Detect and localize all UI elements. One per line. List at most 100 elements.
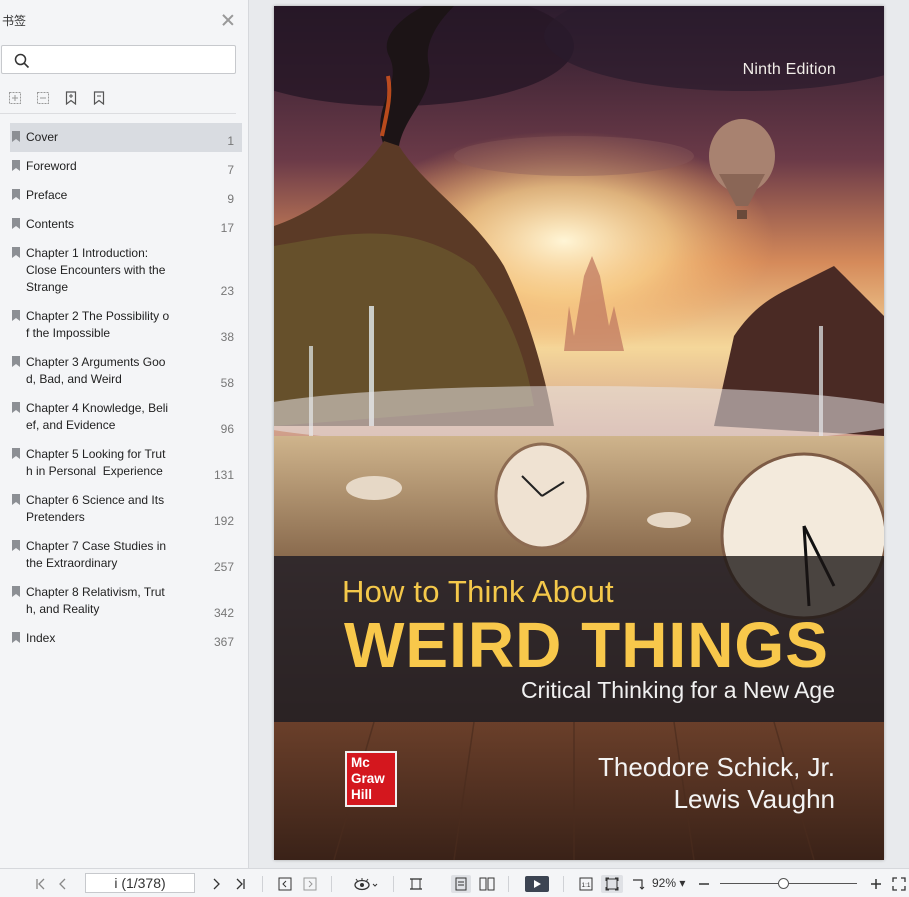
bookmark-item[interactable]: Index 367	[0, 624, 248, 653]
bookmark-page-number: 38	[220, 330, 234, 344]
single-page-icon[interactable]	[451, 875, 471, 893]
cover-title: WEIRD THINGS	[344, 609, 829, 681]
toolbar-separator	[563, 876, 564, 892]
bookmark-item[interactable]: Chapter 3 Arguments Good, Bad, and Weird…	[0, 348, 248, 394]
bookmark-label: Chapter 3 Arguments Good, Bad, and Weird	[26, 355, 166, 386]
author-name: Theodore Schick, Jr.	[598, 752, 835, 782]
fit-page-icon[interactable]	[601, 875, 623, 893]
bookmark-label: Contents	[26, 217, 75, 231]
bookmark-item[interactable]: Chapter 1 Introduction: Close Encounters…	[0, 239, 248, 302]
bookmark-label: Chapter 6 Science and Its Pretenders	[26, 493, 168, 524]
bookmark-search-input[interactable]	[34, 50, 229, 70]
cover-subtitle: Critical Thinking for a New Age	[520, 677, 835, 703]
bookmark-label: Foreword	[26, 159, 77, 173]
collapse-all-icon[interactable]	[34, 89, 52, 107]
toolbar-separator	[262, 876, 263, 892]
next-page-icon[interactable]	[209, 875, 223, 893]
bookmark-label: Chapter 7 Case Studies in the Extraordin…	[26, 539, 170, 570]
bookmark-page-number: 342	[213, 606, 234, 620]
bookmark-page-number: 257	[213, 560, 234, 574]
page-number-input[interactable]	[85, 873, 195, 893]
bookmark-icon	[12, 218, 20, 229]
bookmark-icon	[12, 189, 20, 200]
bookmark-item[interactable]: Chapter 2 The Possibility of the Impossi…	[0, 302, 248, 348]
logo-line: Mc	[351, 755, 370, 770]
fit-width-icon[interactable]	[408, 875, 424, 893]
zoom-in-icon[interactable]	[870, 875, 882, 893]
bookmark-item[interactable]: Chapter 8 Relativism, Truth, and Reality…	[0, 578, 248, 624]
bookmark-label: Preface	[26, 188, 68, 202]
author-name: Lewis Vaughn	[673, 784, 835, 814]
back-icon[interactable]	[277, 875, 293, 893]
cover-text-layer: Ninth Edition How to Think About WEIRD T…	[274, 6, 884, 860]
sidebar-title: 书签	[2, 13, 27, 28]
bookmark-search-box[interactable]	[1, 45, 236, 74]
bookmark-label: Chapter 5 Looking for Truth in Personal …	[26, 447, 166, 478]
book-cover-page: Ninth Edition How to Think About WEIRD T…	[274, 6, 884, 860]
bookmark-icon	[12, 586, 20, 597]
bookmark-tools	[6, 89, 108, 107]
logo-line: Graw	[351, 771, 385, 786]
bookmark-label: Chapter 1 Introduction: Close Encounters…	[26, 246, 166, 294]
bookmark-label: Cover	[26, 130, 59, 144]
bottom-toolbar: 1:1 92% ▾	[0, 868, 909, 897]
bookmark-item[interactable]: Contents 17	[0, 210, 248, 239]
bookmark-icon	[12, 448, 20, 459]
toolbar-separator	[331, 876, 332, 892]
bookmark-item[interactable]: Cover 1	[10, 123, 242, 152]
rotate-icon[interactable]	[630, 875, 646, 893]
toolbar-separator	[393, 876, 394, 892]
bookmark-icon	[12, 632, 20, 643]
bookmark-item[interactable]: Chapter 5 Looking for Truth in Personal …	[0, 440, 248, 486]
slideshow-play-icon[interactable]	[524, 875, 550, 893]
svg-text:1:1: 1:1	[581, 882, 590, 889]
bookmark-icon	[12, 160, 20, 171]
zoom-out-icon[interactable]	[698, 875, 710, 893]
bookmark-page-number: 17	[220, 221, 234, 235]
bookmark-label: Chapter 4 Knowledge, Belief, and Evidenc…	[26, 401, 169, 432]
zoom-value: 92%	[652, 876, 677, 890]
cover-pre-title: How to Think About	[342, 574, 614, 609]
bookmark-page-number: 367	[213, 635, 234, 649]
previous-page-icon[interactable]	[56, 875, 70, 893]
double-page-icon[interactable]	[478, 875, 496, 893]
bookmark-page-number: 96	[220, 422, 234, 436]
bookmark-icon	[12, 247, 20, 258]
bookmark-page-number: 23	[220, 284, 234, 298]
bookmark-sidebar: 书签 Cover 1 Foreword 7 Preface 9 Contents…	[0, 0, 249, 868]
bookmark-icon	[12, 310, 20, 321]
search-icon	[14, 53, 30, 69]
bookmark-item[interactable]: Chapter 6 Science and Its Pretenders 192	[0, 486, 248, 532]
first-page-icon[interactable]	[34, 875, 48, 893]
sidebar-divider	[0, 113, 236, 114]
bookmark-label: Index	[26, 631, 56, 645]
bookmark-icon	[12, 131, 20, 142]
bookmark-icon	[12, 402, 20, 413]
forward-icon[interactable]	[302, 875, 318, 893]
edition-label: Ninth Edition	[742, 61, 836, 78]
bookmark-item[interactable]: Chapter 4 Knowledge, Belief, and Evidenc…	[0, 394, 248, 440]
bookmark-list: Cover 1 Foreword 7 Preface 9 Contents 17…	[0, 123, 248, 653]
close-icon[interactable]	[220, 12, 236, 28]
eye-care-mode-icon[interactable]	[352, 875, 380, 893]
bookmark-page-number: 7	[227, 163, 234, 177]
toolbar-separator	[508, 876, 509, 892]
actual-size-icon[interactable]: 1:1	[578, 875, 594, 893]
bookmark-page-number: 192	[213, 514, 234, 528]
expand-all-icon[interactable]	[6, 89, 24, 107]
fullscreen-icon[interactable]	[891, 875, 907, 893]
document-viewer[interactable]: Ninth Edition How to Think About WEIRD T…	[250, 0, 909, 868]
bookmark-page-number: 131	[213, 468, 234, 482]
zoom-slider-handle[interactable]	[778, 878, 789, 889]
zoom-level[interactable]: 92% ▾	[652, 876, 685, 890]
bookmark-icon	[12, 356, 20, 367]
bookmark-item[interactable]: Preface 9	[0, 181, 248, 210]
publisher-logo: Mc Graw Hill	[345, 751, 397, 807]
add-bookmark-icon[interactable]	[62, 89, 80, 107]
bookmark-item[interactable]: Foreword 7	[0, 152, 248, 181]
bookmark-label: Chapter 2 The Possibility of the Impossi…	[26, 309, 170, 340]
delete-bookmark-icon[interactable]	[90, 89, 108, 107]
last-page-icon[interactable]	[233, 875, 247, 893]
bookmark-item[interactable]: Chapter 7 Case Studies in the Extraordin…	[0, 532, 248, 578]
bookmark-label: Chapter 8 Relativism, Truth, and Reality	[26, 585, 165, 616]
